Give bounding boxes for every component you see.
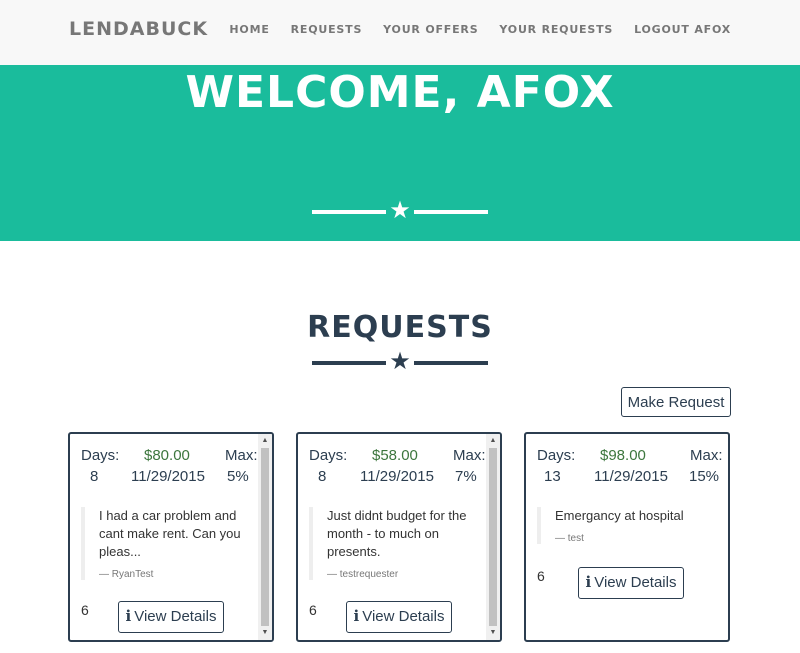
view-details-button[interactable]: i View Details <box>118 601 224 633</box>
request-card: Days: 13 $98.00 11/29/2015 Max: 15% Emer… <box>524 432 730 642</box>
amount-value: $58.00 <box>372 447 418 464</box>
max-value: 15% <box>689 468 720 485</box>
request-card: Days: 8 $80.00 11/29/2015 Max: 5% I had … <box>68 432 274 642</box>
section-divider: ★ <box>312 348 488 375</box>
request-quote: I had a car problem and cant make rent. … <box>81 507 259 580</box>
scrollbar-thumb[interactable] <box>489 448 497 626</box>
nav-requests[interactable]: REQUESTS <box>291 23 363 36</box>
info-icon: i <box>353 607 360 625</box>
hero-banner: WELCOME, AFOX ★ <box>0 65 800 241</box>
divider-line-left <box>312 210 386 214</box>
request-count: 6 <box>309 602 317 618</box>
request-author: — test <box>555 533 584 544</box>
date-value: 11/29/2015 <box>594 468 668 485</box>
days-value: 8 <box>90 468 99 485</box>
scrollbar[interactable]: ▲ ▼ <box>258 434 272 640</box>
nav-links: HOME REQUESTS YOUR OFFERS YOUR REQUESTS … <box>229 23 731 36</box>
scroll-up-icon[interactable]: ▲ <box>258 434 272 448</box>
brand-logo[interactable]: LENDABUCK <box>69 18 208 40</box>
view-details-button[interactable]: i View Details <box>346 601 452 633</box>
request-author: — testrequester <box>327 569 399 580</box>
request-description: Emergancy at hospital <box>555 508 684 523</box>
amount-value: $98.00 <box>600 447 646 464</box>
days-label: Days: <box>537 447 576 464</box>
request-count: 6 <box>81 602 89 618</box>
request-description: I had a car problem and cant make rent. … <box>99 508 241 559</box>
divider-line-left <box>312 361 386 365</box>
nav-home[interactable]: HOME <box>229 23 269 36</box>
days-label: Days: <box>309 447 348 464</box>
hero-title: WELCOME, AFOX <box>185 67 615 118</box>
date-value: 11/29/2015 <box>360 468 434 485</box>
request-quote: Emergancy at hospital — test <box>537 507 715 544</box>
info-icon: i <box>585 573 592 591</box>
section-title: REQUESTS <box>307 310 493 345</box>
nav-logout[interactable]: LOGOUT AFOX <box>634 23 731 36</box>
max-label: Max: <box>453 447 486 464</box>
view-details-label: View Details <box>134 608 217 625</box>
max-value: 7% <box>455 468 477 485</box>
days-value: 13 <box>544 468 561 485</box>
scrollbar[interactable]: ▲ ▼ <box>486 434 500 640</box>
divider-line-right <box>414 361 488 365</box>
max-label: Max: <box>690 447 723 464</box>
nav-your-requests[interactable]: YOUR REQUESTS <box>499 23 613 36</box>
date-value: 11/29/2015 <box>131 468 205 485</box>
star-icon: ★ <box>389 348 411 375</box>
navbar: LENDABUCK HOME REQUESTS YOUR OFFERS YOUR… <box>0 0 800 65</box>
hero-divider: ★ <box>312 197 488 224</box>
max-label: Max: <box>225 447 258 464</box>
request-author: — RyanTest <box>99 569 154 580</box>
info-icon: i <box>125 607 132 625</box>
view-details-label: View Details <box>594 574 677 591</box>
amount-value: $80.00 <box>144 447 190 464</box>
scrollbar-thumb[interactable] <box>261 448 269 626</box>
star-icon: ★ <box>389 197 411 224</box>
request-quote: Just didnt budget for the month - to muc… <box>309 507 487 580</box>
view-details-label: View Details <box>362 608 445 625</box>
scroll-up-icon[interactable]: ▲ <box>486 434 500 448</box>
make-request-button[interactable]: Make Request <box>621 387 731 417</box>
request-card: Days: 8 $58.00 11/29/2015 Max: 7% Just d… <box>296 432 502 642</box>
request-description: Just didnt budget for the month - to muc… <box>327 508 467 559</box>
scroll-down-icon[interactable]: ▼ <box>486 626 500 640</box>
days-label: Days: <box>81 447 120 464</box>
view-details-button[interactable]: i View Details <box>578 567 684 599</box>
max-value: 5% <box>227 468 249 485</box>
scroll-down-icon[interactable]: ▼ <box>258 626 272 640</box>
request-count: 6 <box>537 568 545 584</box>
days-value: 8 <box>318 468 327 485</box>
nav-your-offers[interactable]: YOUR OFFERS <box>383 23 478 36</box>
divider-line-right <box>414 210 488 214</box>
